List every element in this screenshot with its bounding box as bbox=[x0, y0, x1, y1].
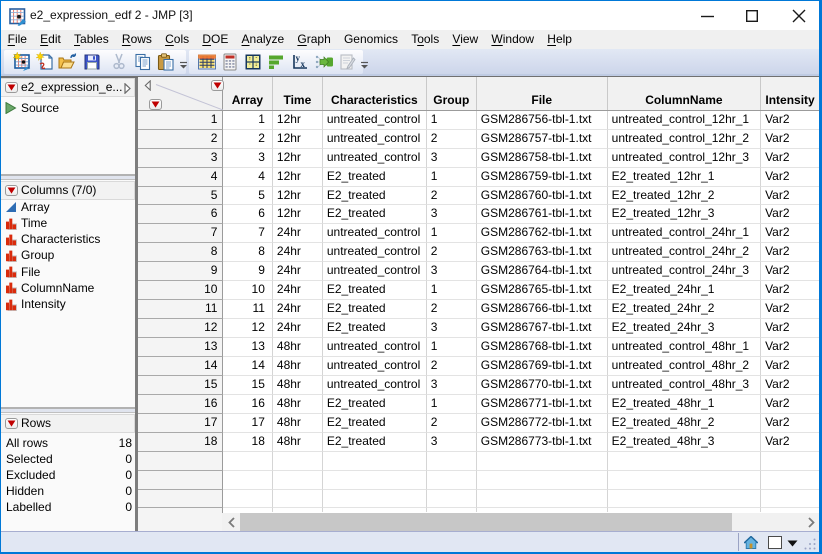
svg-text:x: x bbox=[301, 59, 306, 69]
